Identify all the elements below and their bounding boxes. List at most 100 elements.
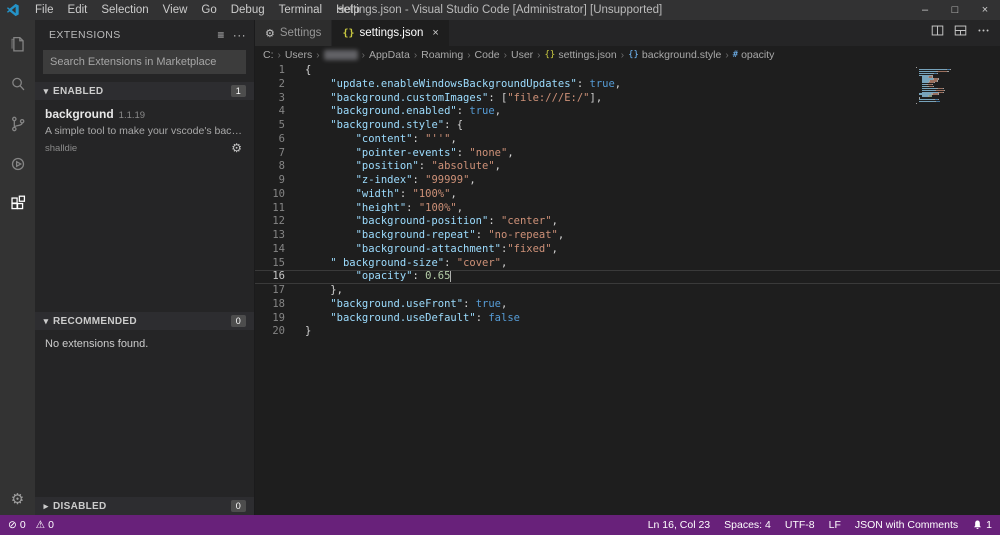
menu-debug[interactable]: Debug (224, 0, 272, 20)
line-number: 20 (255, 325, 305, 339)
extension-manage-gear-icon[interactable]: ⚙ (231, 141, 242, 155)
error-icon: ⊘ (8, 519, 17, 531)
more-actions-icon[interactable]: ··· (233, 29, 246, 41)
line-number: 18 (255, 298, 305, 312)
code-line[interactable]: 1{ (255, 64, 1000, 78)
maximize-button[interactable]: □ (940, 0, 970, 20)
breadcrumb-item[interactable]: User (511, 49, 533, 61)
code-line[interactable]: 9 "z-index": "99999", (255, 174, 1000, 188)
code-line[interactable]: 20} (255, 325, 1000, 339)
tab-settings[interactable]: ⚙ Settings (255, 20, 332, 46)
code-line[interactable]: 13 "background-repeat": "no-repeat", (255, 229, 1000, 243)
problems-errors[interactable]: ⊘ 0 (8, 519, 26, 531)
menu-file[interactable]: File (28, 0, 61, 20)
code-line[interactable]: 7 "pointer-events": "none", (255, 147, 1000, 161)
breadcrumb-item[interactable]: AppData (369, 49, 410, 61)
code-line[interactable]: 11 "height": "100%", (255, 202, 1000, 216)
language-mode[interactable]: JSON with Comments (855, 519, 958, 531)
line-number: 9 (255, 174, 305, 188)
extension-list-item[interactable]: background 1.1.19 A simple tool to make … (35, 100, 254, 161)
extensions-search (35, 50, 254, 82)
code-line[interactable]: 15 " background-size": "cover", (255, 257, 1000, 271)
problems-warnings[interactable]: ⚠ 0 (36, 519, 54, 531)
breadcrumb-item[interactable] (324, 50, 358, 60)
menu-help[interactable]: Help (329, 0, 367, 20)
disabled-section-label: DISABLED (53, 501, 107, 512)
editor-layout-icon[interactable] (954, 24, 967, 42)
line-number: 2 (255, 78, 305, 92)
more-actions-icon[interactable] (977, 24, 990, 42)
eol-setting[interactable]: LF (829, 519, 841, 531)
code-line[interactable]: 8 "position": "absolute", (255, 160, 1000, 174)
vscode-window: File Edit Selection View Go Debug Termin… (0, 0, 1000, 535)
manage-gear-icon[interactable]: ⚙ (0, 485, 35, 513)
breadcrumb-separator: › (414, 50, 417, 61)
notifications-bell[interactable]: 1 (972, 519, 992, 531)
code-line[interactable]: 17 }, (255, 284, 1000, 298)
source-control-icon[interactable] (0, 104, 35, 144)
code-line[interactable]: 10 "width": "100%", (255, 188, 1000, 202)
redacted-username (324, 50, 358, 60)
indentation-setting[interactable]: Spaces: 4 (724, 519, 771, 531)
extension-description: A simple tool to make your vscode's back… (45, 125, 246, 137)
menu-terminal[interactable]: Terminal (272, 0, 329, 20)
code-line[interactable]: 19 "background.useDefault": false (255, 312, 1000, 326)
breadcrumb-item[interactable]: Users (285, 49, 312, 61)
encoding-setting[interactable]: UTF-8 (785, 519, 815, 531)
menu-selection[interactable]: Selection (94, 0, 155, 20)
code-line[interactable]: 12 "background-position": "center", (255, 215, 1000, 229)
line-number: 5 (255, 119, 305, 133)
settings-gear-icon: ⚙ (265, 27, 275, 40)
minimize-button[interactable]: – (910, 0, 940, 20)
chevron-down-icon: ▾ (39, 86, 53, 97)
code-line[interactable]: 2 "update.enableWindowsBackgroundUpdates… (255, 78, 1000, 92)
code-line[interactable]: 14 "background-attachment":"fixed", (255, 243, 1000, 257)
line-number: 11 (255, 202, 305, 216)
minimap[interactable] (910, 65, 1000, 105)
extensions-icon[interactable] (0, 184, 35, 224)
code-editor[interactable]: 1{2 "update.enableWindowsBackgroundUpdat… (255, 64, 1000, 515)
recommended-count-badge: 0 (231, 315, 246, 327)
activity-bar: ⚙ (0, 20, 35, 515)
line-number: 17 (255, 284, 305, 298)
split-editor-icon[interactable] (931, 24, 944, 42)
code-line[interactable]: 5 "background.style": { (255, 119, 1000, 133)
breadcrumb: C:›Users››AppData›Roaming›Code›User›{}se… (255, 46, 1000, 64)
clear-extensions-input-icon[interactable]: ≡ (217, 29, 224, 41)
breadcrumb-item[interactable]: Roaming (421, 49, 463, 61)
menu-go[interactable]: Go (194, 0, 223, 20)
debug-icon[interactable] (0, 144, 35, 184)
explorer-icon[interactable] (0, 24, 35, 64)
code-line[interactable]: 4 "background.enabled": true, (255, 105, 1000, 119)
cursor-position[interactable]: Ln 16, Col 23 (648, 519, 710, 531)
search-icon[interactable] (0, 64, 35, 104)
breadcrumb-item[interactable]: {}background.style (628, 49, 721, 61)
menu-view[interactable]: View (156, 0, 195, 20)
status-bar: ⊘ 0 ⚠ 0 Ln 16, Col 23 Spaces: 4 UTF-8 LF… (0, 515, 1000, 535)
breadcrumb-item[interactable]: {}settings.json (545, 49, 617, 61)
disabled-section-header[interactable]: ▸ DISABLED 0 (35, 497, 254, 515)
enabled-section-header[interactable]: ▾ ENABLED 1 (35, 82, 254, 100)
line-number: 3 (255, 92, 305, 106)
notification-count: 1 (986, 519, 992, 531)
code-line[interactable]: 6 "content": "''", (255, 133, 1000, 147)
breadcrumb-separator: › (725, 50, 728, 61)
extensions-search-input[interactable] (43, 50, 246, 74)
sidebar-header: EXTENSIONS ≡ ··· (35, 20, 254, 50)
breadcrumb-item[interactable]: #opacity (733, 49, 775, 61)
line-number: 19 (255, 312, 305, 326)
breadcrumb-item[interactable]: Code (475, 49, 500, 61)
menu-edit[interactable]: Edit (61, 0, 95, 20)
line-number: 1 (255, 64, 305, 78)
breadcrumb-separator: › (362, 50, 365, 61)
tab-label: Settings (280, 27, 322, 39)
breadcrumb-item[interactable]: C: (263, 49, 274, 61)
code-line[interactable]: 18 "background.useFront": true, (255, 298, 1000, 312)
tab-close-icon[interactable]: × (432, 27, 438, 39)
code-line[interactable]: 16 "opacity": 0.65 (255, 270, 1000, 284)
number-symbol-icon: # (733, 50, 738, 60)
recommended-section-header[interactable]: ▾ RECOMMENDED 0 (35, 312, 254, 330)
close-button[interactable]: × (970, 0, 1000, 20)
tab-settings-json[interactable]: {} settings.json × (332, 20, 449, 46)
code-line[interactable]: 3 "background.customImages": ["file:///E… (255, 92, 1000, 106)
